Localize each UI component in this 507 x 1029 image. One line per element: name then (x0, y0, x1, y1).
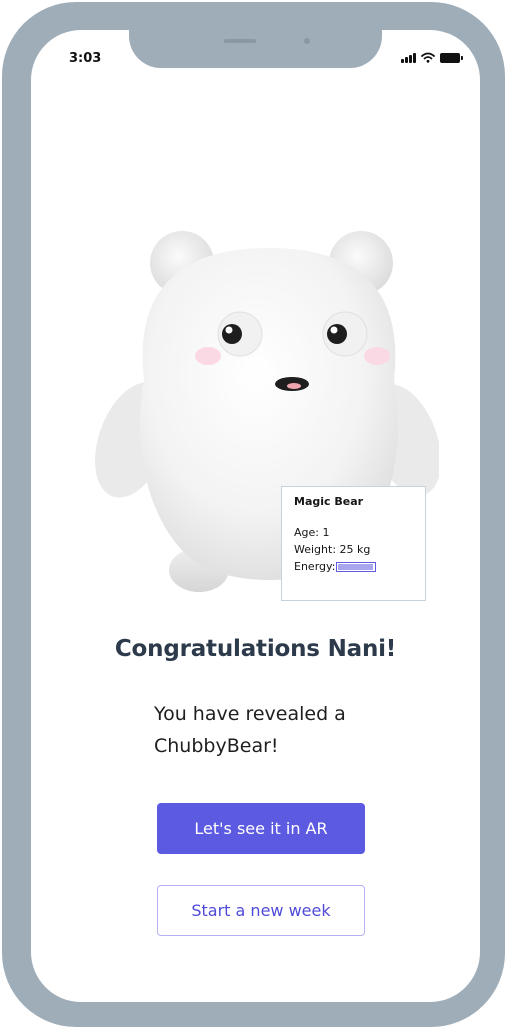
signal-icon (401, 52, 416, 63)
congratulations-heading: Congratulations Nani! (114, 636, 397, 662)
left-cheek (195, 347, 221, 365)
energy-bar-fill (338, 563, 373, 570)
pet-age: Age: 1 (294, 526, 330, 539)
reveal-message: You have revealed a ChubbyBear! (154, 698, 394, 762)
speaker-grille (224, 39, 256, 43)
pet-weight: Weight: 25 kg (294, 543, 371, 556)
pet-info-card: Magic Bear Age: 1 Weight: 25 kg Energy: (281, 486, 426, 601)
pet-name: Magic Bear (294, 495, 364, 508)
phone-screen: 3:03 Magic Bear Age: 1 Weight: 25 kg Ene… (31, 30, 480, 1002)
wifi-icon (421, 52, 435, 63)
energy-bar (336, 561, 377, 572)
front-camera (304, 38, 310, 44)
pet-energy-row: Energy: (294, 558, 413, 575)
see-in-ar-button[interactable]: Let's see it in AR (157, 803, 365, 854)
reveal-message-line-1: You have revealed a (154, 703, 346, 725)
notch (129, 30, 382, 68)
phone-frame: 3:03 Magic Bear Age: 1 Weight: 25 kg Ene… (2, 2, 505, 1027)
right-cheek (364, 347, 390, 365)
reveal-message-line-2: ChubbyBear! (154, 735, 279, 757)
status-icons (401, 52, 463, 63)
status-time: 3:03 (69, 51, 102, 66)
start-new-week-button[interactable]: Start a new week (157, 885, 365, 936)
pet-energy-label: Energy: (294, 560, 336, 573)
battery-icon (440, 52, 463, 63)
